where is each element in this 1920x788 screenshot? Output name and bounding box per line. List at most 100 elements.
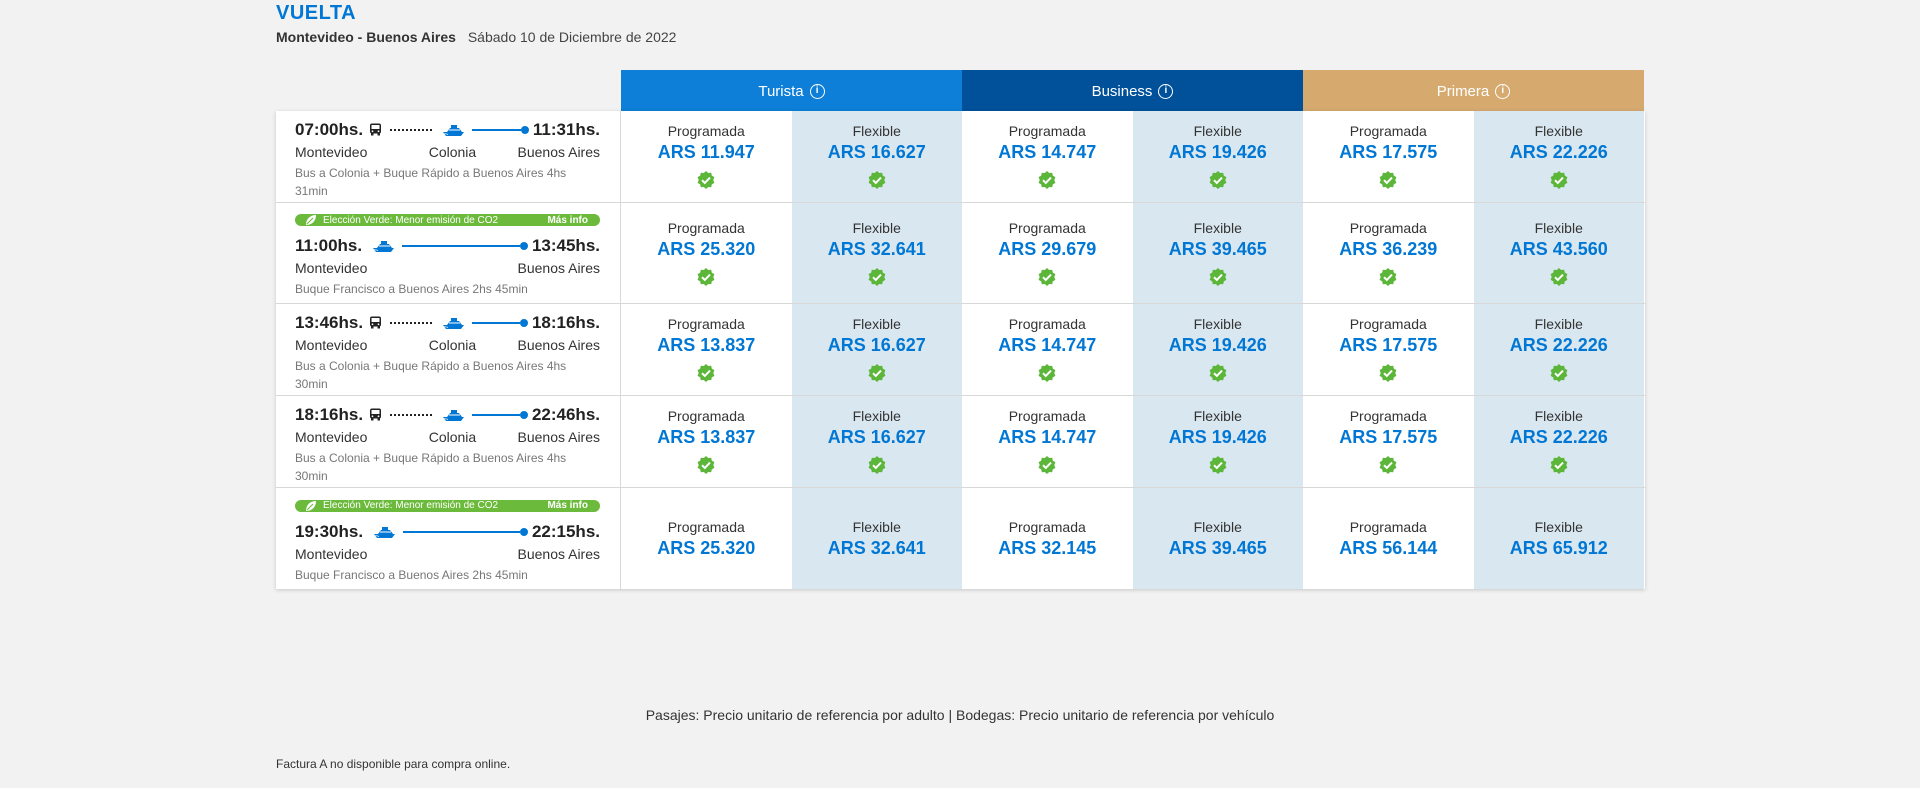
arrival-dot [519, 318, 528, 327]
fare-turista-flexible[interactable]: Flexible ARS 32.641 [791, 488, 962, 589]
fare-business-programada[interactable]: Programada ARS 29.679 [962, 203, 1133, 303]
page-header: VUELTA Montevideo - Buenos Aires Sábado … [276, 0, 676, 45]
fare-primera-flexible[interactable]: Flexible ARS 22.226 [1473, 304, 1644, 395]
more-info-link[interactable]: Más info [547, 500, 588, 511]
origin-city: Montevideo [295, 260, 368, 276]
trip-description: Buque Francisco a Buenos Aires 2hs 45min [295, 282, 528, 296]
fare-turista-programada[interactable]: Programada ARS 13.837 [621, 396, 792, 487]
ship-segment [472, 413, 520, 416]
fare-price: ARS 22.226 [1509, 142, 1608, 162]
available-check-icon [868, 456, 886, 474]
info-icon[interactable]: i [809, 83, 825, 99]
available-check-icon [697, 364, 715, 382]
page-title: VUELTA [276, 2, 357, 24]
fare-business-programada[interactable]: Programada ARS 14.747 [962, 304, 1133, 395]
fare-primera-flexible[interactable]: Flexible ARS 22.226 [1473, 396, 1644, 487]
info-icon[interactable]: i [1158, 83, 1174, 99]
origin-city: Montevideo [295, 143, 368, 160]
class-header-primera: Primera i [1303, 70, 1644, 112]
fare-business-flexible[interactable]: Flexible ARS 39.465 [1132, 203, 1303, 303]
fare-price: ARS 22.226 [1509, 335, 1608, 355]
fare-turista-flexible[interactable]: Flexible ARS 32.641 [791, 203, 962, 303]
fare-business-flexible[interactable]: Flexible ARS 19.426 [1132, 396, 1303, 487]
origin-city: Montevideo [295, 428, 368, 445]
fare-business-flexible[interactable]: Flexible ARS 19.426 [1132, 304, 1303, 395]
bus-icon [370, 123, 382, 136]
fare-price: ARS 17.575 [1339, 427, 1438, 447]
via-city: Colonia [428, 428, 477, 445]
ship-segment [472, 128, 521, 131]
trip-info[interactable]: Elección Verde: Menor emisión de CO2 Más … [276, 488, 621, 589]
fare-turista-programada[interactable]: Programada ARS 25.320 [621, 203, 792, 303]
fare-turista-programada[interactable]: Programada ARS 11.947 [621, 111, 792, 202]
route-connector [366, 239, 528, 253]
fare-primera-flexible[interactable]: Flexible ARS 65.912 [1473, 488, 1644, 589]
trip-row: 07:00hs. 11:31hs. Montevideo Colonia Buenos … [276, 111, 1645, 203]
info-icon[interactable]: i [1495, 83, 1511, 99]
via-city: Colonia [428, 143, 477, 160]
eco-badge[interactable]: Elección Verde: Menor emisión de CO2 Más … [295, 214, 600, 226]
invoice-note: Factura A no disponible para compra onli… [276, 757, 511, 771]
available-check-icon [868, 171, 886, 189]
fare-turista-flexible[interactable]: Flexible ARS 16.627 [791, 111, 962, 202]
fare-type-label: Programada [667, 408, 745, 424]
fare-price: ARS 56.144 [1339, 537, 1438, 558]
arrival-dot [519, 242, 528, 250]
available-check-icon [1038, 456, 1056, 474]
departure-time: 07:00hs. [295, 119, 364, 139]
fare-business-flexible[interactable]: Flexible ARS 19.426 [1132, 111, 1303, 202]
trip-info[interactable]: 07:00hs. 11:31hs. Montevideo Colonia Buenos … [276, 111, 621, 202]
fare-primera-programada[interactable]: Programada ARS 36.239 [1303, 203, 1474, 303]
eco-badge[interactable]: Elección Verde: Menor emisión de CO2 Más … [295, 499, 600, 512]
leaf-icon [306, 215, 316, 225]
fare-primera-programada[interactable]: Programada ARS 17.575 [1303, 396, 1474, 487]
ship-segment [403, 530, 520, 533]
more-info-link[interactable]: Más info [547, 215, 588, 226]
fare-price: ARS 14.747 [998, 427, 1097, 447]
trip-info[interactable]: 13:46hs. 18:16hs. Montevideo Colonia Buenos … [276, 304, 621, 395]
departure-time: 11:00hs. [295, 236, 363, 255]
fare-primera-flexible[interactable]: Flexible ARS 43.560 [1473, 203, 1644, 303]
fare-price: ARS 11.947 [657, 142, 755, 162]
fare-turista-flexible[interactable]: Flexible ARS 16.627 [791, 304, 962, 395]
trip-row: 18:16hs. 22:46hs. Montevideo Colonia Buenos … [276, 396, 1645, 488]
available-check-icon [1209, 456, 1227, 474]
route-connector [367, 408, 528, 422]
fare-turista-programada[interactable]: Programada ARS 25.320 [621, 488, 792, 589]
fare-business-programada[interactable]: Programada ARS 14.747 [962, 396, 1133, 487]
ship-icon [442, 124, 465, 136]
fare-type-label: Programada [1349, 518, 1427, 535]
bus-segment [390, 413, 433, 416]
class-label-primera: Primera [1436, 82, 1490, 100]
fare-business-programada[interactable]: Programada ARS 32.145 [962, 488, 1133, 589]
trip-cities: Montevideo Colonia Buenos Aires [295, 337, 600, 353]
fare-business-flexible[interactable]: Flexible ARS 39.465 [1132, 488, 1303, 589]
fare-turista-flexible[interactable]: Flexible ARS 16.627 [791, 396, 962, 487]
fare-type-label: Programada [1008, 518, 1086, 535]
fare-primera-programada[interactable]: Programada ARS 17.575 [1303, 304, 1474, 395]
fare-primera-flexible[interactable]: Flexible ARS 22.226 [1473, 111, 1644, 202]
available-check-icon [1379, 364, 1397, 382]
bus-icon [370, 316, 382, 329]
trip-times: 11:00hs. 13:45hs. [295, 236, 600, 256]
fare-primera-programada[interactable]: Programada ARS 56.144 [1303, 488, 1474, 589]
trip-description: Bus a Colonia + Buque Rápido a Buenos Ai… [295, 450, 567, 483]
fare-price: ARS 22.226 [1509, 427, 1608, 447]
destination-city: Buenos Aires [517, 336, 601, 353]
available-check-icon [1209, 267, 1227, 286]
departure-time: 13:46hs. [295, 312, 364, 332]
fare-price: ARS 19.426 [1168, 427, 1267, 447]
fare-type-label: Programada [1349, 123, 1427, 139]
fare-primera-programada[interactable]: Programada ARS 17.575 [1303, 111, 1474, 202]
departure-time: 19:30hs. [295, 521, 364, 541]
eco-badge-text: Elección Verde: Menor emisión de CO2 [323, 500, 499, 511]
fare-type-label: Flexible [1534, 123, 1583, 139]
fare-price: ARS 25.320 [657, 238, 756, 259]
trip-info[interactable]: Elección Verde: Menor emisión de CO2 Más … [276, 203, 621, 303]
fare-business-programada[interactable]: Programada ARS 14.747 [962, 111, 1133, 202]
trip-info[interactable]: 18:16hs. 22:46hs. Montevideo Colonia Buenos … [276, 396, 621, 487]
fare-price: ARS 17.575 [1339, 142, 1438, 162]
ship-icon [442, 409, 465, 421]
arrival-time: 18:16hs. [531, 312, 600, 332]
fare-turista-programada[interactable]: Programada ARS 13.837 [621, 304, 792, 395]
